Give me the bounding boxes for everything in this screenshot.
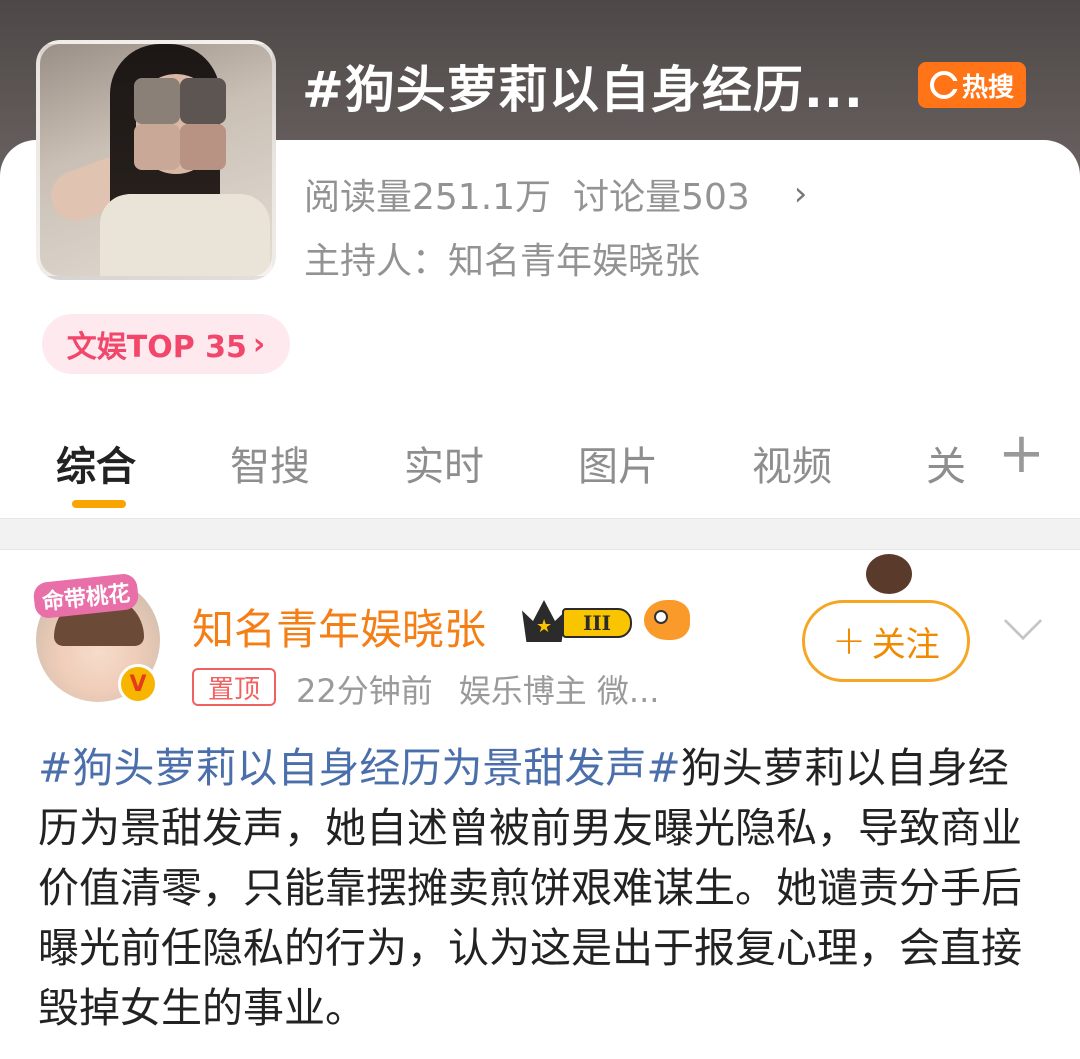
post-author-name[interactable]: 知名青年娱晓张 — [192, 596, 486, 657]
member-level-badge[interactable]: ★ III — [522, 600, 634, 642]
verified-icon: V — [118, 664, 158, 704]
topic-cover-image[interactable] — [36, 40, 276, 280]
fan-badge-icon[interactable] — [644, 600, 690, 640]
post-text: #狗头萝莉以自身经历为景甜发声#狗头萝莉以自身经历为景甜发声，她自述曾被前男友曝… — [38, 738, 1048, 1038]
hot-icon — [929, 71, 960, 99]
tab-images[interactable]: 图片 — [578, 434, 658, 492]
plus-icon: + — [832, 618, 866, 664]
tab-realtime[interactable]: 实时 — [404, 434, 484, 492]
hot-search-badge[interactable]: 热搜 — [918, 62, 1026, 108]
follow-label: 关注 — [871, 624, 940, 665]
tab-follow[interactable]: 关 — [926, 434, 966, 492]
chevron-down-icon[interactable] — [1003, 601, 1043, 641]
author-category: 娱乐博主 微... — [458, 672, 660, 710]
discussion-count: 讨论量503 — [573, 177, 750, 218]
mosaic-blur — [130, 74, 230, 174]
follow-button[interactable]: + 关注 — [802, 600, 970, 682]
avatar[interactable]: 命带桃花 V — [32, 572, 160, 704]
tab-comprehensive[interactable]: 综合 — [56, 434, 136, 492]
post-meta: 22分钟前 娱乐博主 微... — [296, 666, 659, 712]
tab-smart-search[interactable]: 智搜 — [230, 434, 310, 492]
tab-bar: 综合 智搜 实时 图片 视频 关 + — [0, 420, 1080, 518]
pinned-tag: 置顶 — [192, 668, 276, 706]
chevron-right-icon: › — [793, 174, 808, 214]
post-time: 22分钟前 — [296, 672, 433, 710]
level-label: III — [562, 608, 632, 638]
topic-host[interactable]: 主持人：知名青年娱晓张 — [304, 232, 700, 284]
topic-title: #狗头萝莉以自身经历... — [302, 61, 864, 119]
hot-badge-label: 热搜 — [961, 72, 1014, 103]
add-tab-icon[interactable]: + — [998, 426, 1045, 482]
section-divider — [0, 518, 1080, 550]
topic-stats[interactable]: 阅读量251.1万 讨论量503 › — [304, 168, 807, 220]
chevron-right-icon: › — [252, 326, 266, 362]
weibo-topic-page: #狗头萝莉以自身经历... 热搜 阅读量251.1万 讨论量503 › 主持人：… — [0, 0, 1080, 1059]
read-count: 阅读量251.1万 — [304, 177, 552, 218]
post-hashtag-link[interactable]: #狗头萝莉以自身经历为景甜发声# — [38, 744, 681, 792]
star-icon: ★ — [536, 616, 553, 637]
rank-badge[interactable]: 文娱TOP 35 › — [42, 314, 290, 374]
active-tab-indicator — [72, 500, 126, 508]
tab-videos[interactable]: 视频 — [752, 434, 832, 492]
rank-label: 文娱TOP 35 — [66, 330, 247, 365]
